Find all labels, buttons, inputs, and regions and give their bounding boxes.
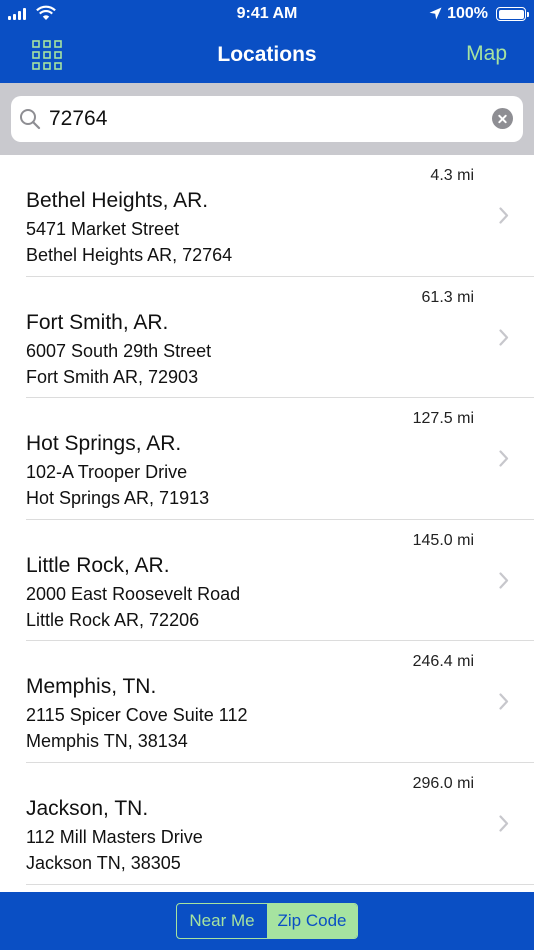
location-name: Fort Smith, AR. (26, 310, 169, 334)
location-city: Little Rock AR, 72206 (26, 609, 200, 630)
battery-percentage: 100% (447, 5, 488, 22)
location-name: Hot Springs, AR. (26, 432, 182, 456)
chevron-right-icon (499, 693, 509, 710)
search-bar (0, 83, 534, 155)
chevron-right-icon (499, 450, 509, 467)
chevron-right-icon (499, 207, 509, 224)
list-item[interactable]: 4.3 mi Bethel Heights, AR. 5471 Market S… (0, 155, 534, 277)
location-street: 102-A Trooper Drive (26, 462, 188, 483)
location-name: Memphis, TN. (26, 675, 157, 699)
distance-label: 145.0 mi (412, 531, 474, 549)
location-city: Memphis TN, 38134 (26, 731, 188, 752)
search-mode-segmented-control: Near Me Zip Code (176, 903, 358, 939)
search-icon (20, 109, 41, 130)
clear-search-button[interactable] (492, 108, 513, 129)
location-name: Bethel Heights, AR. (26, 189, 209, 212)
location-arrow-icon (429, 7, 442, 20)
navigation-bar: Locations Map (0, 28, 534, 83)
battery-icon (496, 7, 529, 21)
location-street: 112 Mill Masters Drive (26, 826, 203, 847)
location-name: Little Rock, AR. (26, 553, 170, 577)
location-city: Bethel Heights AR, 72764 (26, 245, 233, 265)
map-button[interactable]: Map (466, 42, 507, 66)
locations-list: 4.3 mi Bethel Heights, AR. 5471 Market S… (0, 155, 534, 885)
chevron-right-icon (499, 328, 509, 346)
location-street: 2115 Spicer Cove Suite 112 (26, 705, 248, 726)
list-item[interactable]: 145.0 mi Little Rock, AR. 2000 East Roos… (0, 520, 534, 642)
distance-label: 127.5 mi (412, 410, 474, 428)
list-item[interactable]: 296.0 mi Jackson, TN. 112 Mill Masters D… (0, 763, 534, 885)
list-item[interactable]: 246.4 mi Memphis, TN. 2115 Spicer Cove S… (0, 641, 534, 763)
list-item[interactable]: 61.3 mi Fort Smith, AR. 6007 South 29th … (0, 277, 534, 399)
zip-code-segment[interactable]: Zip Code (267, 904, 357, 938)
location-street: 6007 South 29th Street (26, 340, 212, 361)
location-street: 2000 East Roosevelt Road (26, 583, 241, 604)
location-city: Jackson TN, 38305 (26, 852, 181, 873)
status-bar: 9:41 AM 100% (0, 0, 534, 28)
location-name: Jackson, TN. (26, 796, 149, 820)
chevron-right-icon (499, 572, 509, 589)
search-box[interactable] (11, 96, 523, 142)
chevron-right-icon (499, 815, 509, 832)
list-item[interactable]: 127.5 mi Hot Springs, AR. 102-A Trooper … (0, 398, 534, 520)
location-city: Fort Smith AR, 72903 (26, 366, 199, 387)
distance-label: 61.3 mi (421, 288, 474, 306)
bottom-toolbar: Near Me Zip Code (0, 892, 534, 950)
distance-label: 296.0 mi (412, 774, 474, 792)
near-me-segment[interactable]: Near Me (177, 904, 267, 938)
page-title: Locations (217, 43, 317, 66)
location-city: Hot Springs AR, 71913 (26, 488, 210, 509)
distance-label: 4.3 mi (430, 167, 474, 184)
distance-label: 246.4 mi (412, 653, 474, 671)
search-input[interactable] (49, 100, 479, 138)
location-street: 5471 Market Street (26, 219, 180, 239)
